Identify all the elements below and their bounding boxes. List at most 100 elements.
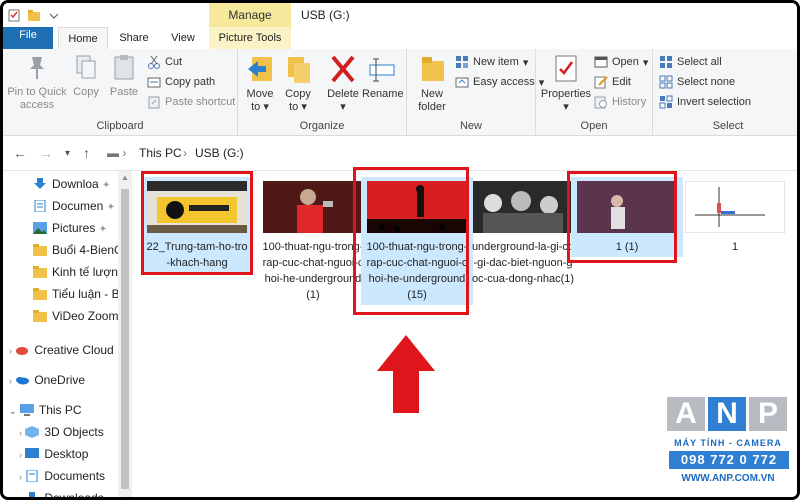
onedrive-icon — [16, 377, 30, 385]
nav-item-folder-video-zoom[interactable]: ViDeo Zoom — [33, 305, 118, 327]
nav-item-folder-buoi4[interactable]: Buổi 4-BienG — [33, 239, 123, 261]
address-bar[interactable]: ▬ › This PC › USB (G:) — [103, 142, 797, 164]
back-arrow-icon[interactable]: ← — [13, 145, 27, 161]
open-button[interactable]: Open ▾ — [594, 55, 648, 69]
download-icon — [26, 492, 39, 497]
delete-button[interactable]: Delete ▾ — [324, 53, 362, 114]
file-name: 1 — [731, 241, 739, 253]
paste-button[interactable]: Paste — [107, 53, 141, 99]
file-item[interactable]: 1 — [679, 177, 791, 257]
new-folder-icon[interactable] — [27, 8, 41, 22]
paste-shortcut-button[interactable]: Paste shortcut — [147, 95, 235, 109]
nav-label: Tiểu luận - Ba — [52, 287, 127, 301]
address-row: ← → ▾ ↑ ▬ › This PC › USB (G:) — [3, 136, 797, 171]
rename-icon — [369, 58, 395, 82]
delete-label: Delete — [327, 88, 359, 100]
download-icon — [34, 178, 46, 189]
nav-label: Pictures — [52, 221, 96, 235]
paste-label: Paste — [109, 86, 139, 98]
copy-to-icon — [288, 57, 310, 83]
move-to-button[interactable]: Move to ▾ — [242, 53, 278, 114]
select-all-button[interactable]: Select all — [659, 55, 722, 69]
pin-quick-access-button[interactable]: Pin to Quick access — [7, 53, 67, 112]
paste-shortcut-icon — [148, 96, 160, 109]
rename-button[interactable]: Rename — [362, 53, 404, 101]
properties-label: Properties — [540, 88, 592, 100]
new-folder-button[interactable]: New folder — [413, 53, 451, 114]
copy-icon — [76, 55, 96, 79]
nav-item-downloads[interactable]: Downloa ✦ — [33, 173, 110, 195]
copy-to-label-2: to — [289, 101, 299, 113]
desktop-icon — [25, 448, 40, 458]
copy-path-label: Copy path — [165, 76, 216, 88]
nav-pane-scrollbar[interactable]: ▲ — [118, 171, 132, 497]
tab-picture-tools[interactable]: Picture Tools — [209, 27, 291, 49]
title-bar: Manage USB (G:) — [3, 3, 797, 27]
logo-letter: N — [708, 397, 746, 431]
logo-letter: A — [667, 397, 705, 431]
edit-button[interactable]: Edit — [594, 75, 631, 89]
nav-item-downloads-pc[interactable]: › Downloads — [19, 487, 104, 500]
pin-label-1: Pin to Quick — [7, 86, 67, 98]
open-group: Properties ▾ Open ▾ Edit History Open — [536, 49, 653, 135]
customize-toolbar-icon[interactable] — [47, 8, 61, 22]
copy-button[interactable]: Copy — [69, 53, 103, 99]
new-folder-label-2: folder — [418, 101, 446, 113]
properties-icon[interactable] — [7, 8, 21, 22]
rename-label: Rename — [362, 88, 404, 100]
nav-item-documents[interactable]: Documen ✦ — [33, 195, 115, 217]
pin-label-2: access — [19, 99, 55, 111]
copy-path-button[interactable]: Copy path — [147, 75, 215, 89]
nav-label: Kinh tế lượng — [52, 265, 125, 279]
nav-item-3d-objects[interactable]: › 3D Objects — [19, 421, 104, 443]
open-group-label: Open — [580, 120, 608, 132]
nav-label: 3D Objects — [44, 425, 104, 439]
scrollbar-thumb[interactable] — [121, 189, 129, 489]
easy-access-button[interactable]: Easy access ▾ — [455, 75, 544, 89]
scroll-up-icon[interactable]: ▲ — [121, 173, 129, 182]
drive-icon: ▬ › — [107, 146, 127, 160]
nav-label: Downloads — [44, 491, 104, 500]
nav-item-creative-cloud[interactable]: › Creative Cloud — [9, 339, 114, 361]
new-item-button[interactable]: New item ▾ — [455, 55, 528, 69]
copy-path-icon — [147, 77, 161, 88]
breadcrumb-this-pc[interactable]: This PC — [139, 146, 182, 160]
chevron-right-icon: › — [19, 450, 22, 460]
brand-url: WWW.ANP.COM.VN — [681, 473, 775, 484]
documents-icon — [26, 470, 38, 482]
invert-selection-button[interactable]: Invert selection — [659, 95, 751, 109]
highlight-box — [353, 167, 469, 315]
cut-button[interactable]: Cut — [147, 55, 182, 69]
nav-item-desktop[interactable]: › Desktop — [19, 443, 88, 465]
nav-item-folder-kinh-te[interactable]: Kinh tế lượng — [33, 261, 125, 283]
move-to-icon — [248, 57, 272, 81]
invert-selection-icon — [659, 95, 673, 109]
manage-context-tab[interactable]: Manage — [209, 3, 291, 27]
nav-item-this-pc[interactable]: ⌄ This PC — [9, 399, 82, 421]
tab-home[interactable]: Home — [58, 27, 108, 51]
tab-file[interactable]: File — [3, 27, 53, 49]
ribbon: Pin to Quick access Copy Paste Cut Copy … — [3, 49, 797, 136]
tab-share[interactable]: Share — [116, 27, 152, 49]
file-item[interactable]: underground-la-gi-co-gi-dac-biet-nguon-g… — [467, 177, 579, 307]
properties-button[interactable]: Properties ▾ — [540, 53, 592, 114]
nav-item-onedrive[interactable]: › OneDrive — [9, 369, 85, 391]
nav-item-pictures[interactable]: Pictures ✦ — [33, 217, 107, 239]
copy-to-label-1: Copy — [285, 88, 311, 100]
tab-view[interactable]: View — [163, 27, 203, 49]
forward-arrow-icon[interactable]: → — [39, 145, 53, 161]
edit-icon — [594, 76, 608, 89]
up-arrow-icon[interactable]: ↑ — [83, 145, 90, 161]
highlight-box — [567, 171, 677, 263]
history-button[interactable]: History — [594, 95, 646, 109]
select-none-button[interactable]: Select none — [659, 75, 735, 89]
copy-to-button[interactable]: Copy to ▾ — [280, 53, 316, 114]
recent-locations-icon[interactable]: ▾ — [65, 148, 70, 159]
nav-item-documents-pc[interactable]: › Documents — [19, 465, 105, 487]
file-thumbnail — [685, 181, 785, 233]
chevron-right-icon: › — [19, 472, 22, 482]
nav-label: Documen — [52, 199, 104, 213]
nav-item-folder-tieu-luan[interactable]: Tiểu luận - Ba — [33, 283, 126, 305]
brand-phone: 098 772 0 772 — [669, 451, 789, 469]
breadcrumb-usb[interactable]: USB (G:) — [195, 146, 244, 160]
